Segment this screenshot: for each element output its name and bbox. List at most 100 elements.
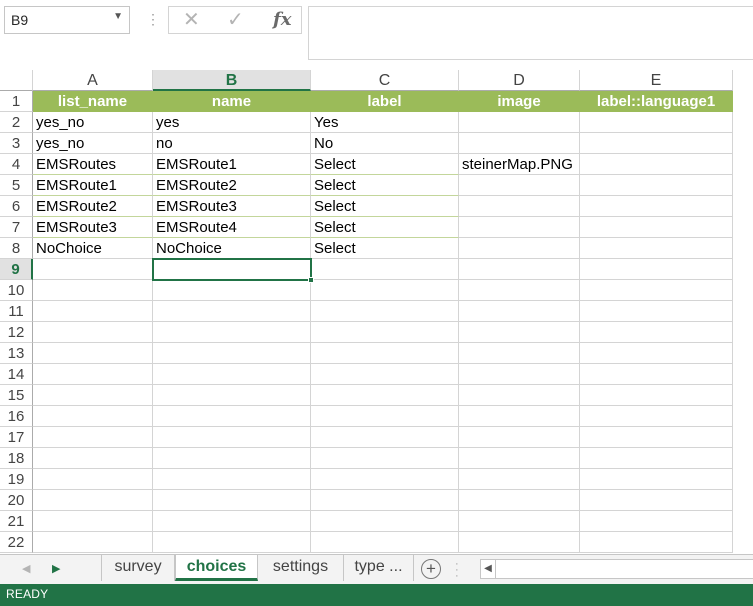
formula-input[interactable] [308,6,753,60]
cell-d11[interactable] [459,301,580,322]
cell-c10[interactable] [311,280,459,301]
cell-a5[interactable]: EMSRoute1 [33,175,153,196]
row-header-20[interactable]: 20 [0,490,33,511]
cell-c17[interactable] [311,427,459,448]
row-header-5[interactable]: 5 [0,175,33,196]
row-header-15[interactable]: 15 [0,385,33,406]
tab-settings[interactable]: settings [258,555,344,581]
cell-e11[interactable] [580,301,733,322]
cell-c18[interactable] [311,448,459,469]
cell-b11[interactable] [153,301,311,322]
cell-e6[interactable] [580,196,733,217]
cell-a3[interactable]: yes_no [33,133,153,154]
cell-c8[interactable]: Select [311,238,459,259]
cell-a11[interactable] [33,301,153,322]
cell-c11[interactable] [311,301,459,322]
cell-b17[interactable] [153,427,311,448]
cell-a9[interactable] [33,259,153,280]
cell-c9[interactable] [311,259,459,280]
tab-type[interactable]: type ... [344,555,414,581]
name-box[interactable]: B9 ▼ [4,6,130,34]
row-header-8[interactable]: 8 [0,238,33,259]
cell-e12[interactable] [580,322,733,343]
cell-a15[interactable] [33,385,153,406]
cell-e10[interactable] [580,280,733,301]
cell-d10[interactable] [459,280,580,301]
cell-d16[interactable] [459,406,580,427]
fill-handle[interactable] [308,277,314,283]
cell-b2[interactable]: yes [153,112,311,133]
cell-b7[interactable]: EMSRoute4 [153,217,311,238]
cell-d14[interactable] [459,364,580,385]
cell-a13[interactable] [33,343,153,364]
vertical-dots-icon[interactable]: · · · [455,559,459,582]
cell-e20[interactable] [580,490,733,511]
cell-b18[interactable] [153,448,311,469]
row-header-9[interactable]: 9 [0,259,33,280]
cell-a6[interactable]: EMSRoute2 [33,196,153,217]
cell-e9[interactable] [580,259,733,280]
horizontal-scrollbar[interactable] [496,559,753,579]
cell-c1[interactable]: label [311,91,459,112]
cell-b22[interactable] [153,532,311,553]
cell-a1[interactable]: list_name [33,91,153,112]
row-header-7[interactable]: 7 [0,217,33,238]
cell-d18[interactable] [459,448,580,469]
cell-b15[interactable] [153,385,311,406]
cell-c6[interactable]: Select [311,196,459,217]
cell-b16[interactable] [153,406,311,427]
row-header-18[interactable]: 18 [0,448,33,469]
cell-c20[interactable] [311,490,459,511]
cell-e18[interactable] [580,448,733,469]
row-header-12[interactable]: 12 [0,322,33,343]
cell-a7[interactable]: EMSRoute3 [33,217,153,238]
cell-d22[interactable] [459,532,580,553]
cell-e16[interactable] [580,406,733,427]
cell-c5[interactable]: Select [311,175,459,196]
row-header-4[interactable]: 4 [0,154,33,175]
tab-survey[interactable]: survey [101,555,175,581]
cell-d19[interactable] [459,469,580,490]
triangle-right-icon[interactable]: ▶ [52,562,60,575]
cell-a8[interactable]: NoChoice [33,238,153,259]
cell-e3[interactable] [580,133,733,154]
cell-b21[interactable] [153,511,311,532]
cell-c12[interactable] [311,322,459,343]
cell-b8[interactable]: NoChoice [153,238,311,259]
cell-a22[interactable] [33,532,153,553]
cell-e1[interactable]: label::language1 [580,91,733,112]
cell-d4[interactable]: steinerMap.PNG [459,154,580,175]
cell-e7[interactable] [580,217,733,238]
add-sheet-icon[interactable]: + [421,559,441,579]
cell-a20[interactable] [33,490,153,511]
cell-a16[interactable] [33,406,153,427]
row-header-1[interactable]: 1 [0,91,33,112]
scroll-left-icon[interactable]: ◀ [480,559,496,579]
cell-b19[interactable] [153,469,311,490]
cell-e13[interactable] [580,343,733,364]
cell-c7[interactable]: Select [311,217,459,238]
cell-c15[interactable] [311,385,459,406]
cell-e8[interactable] [580,238,733,259]
cell-e22[interactable] [580,532,733,553]
row-header-16[interactable]: 16 [0,406,33,427]
cell-a19[interactable] [33,469,153,490]
cell-e17[interactable] [580,427,733,448]
cell-d17[interactable] [459,427,580,448]
cell-b13[interactable] [153,343,311,364]
row-header-22[interactable]: 22 [0,532,33,553]
cell-d13[interactable] [459,343,580,364]
cell-d8[interactable] [459,238,580,259]
cell-c21[interactable] [311,511,459,532]
cell-b10[interactable] [153,280,311,301]
cell-a10[interactable] [33,280,153,301]
cell-a17[interactable] [33,427,153,448]
check-icon[interactable]: ✓ [227,9,244,31]
column-header-b[interactable]: B [153,70,311,91]
cell-b14[interactable] [153,364,311,385]
row-header-13[interactable]: 13 [0,343,33,364]
cell-b1[interactable]: name [153,91,311,112]
cell-e15[interactable] [580,385,733,406]
cell-b5[interactable]: EMSRoute2 [153,175,311,196]
cell-d3[interactable] [459,133,580,154]
